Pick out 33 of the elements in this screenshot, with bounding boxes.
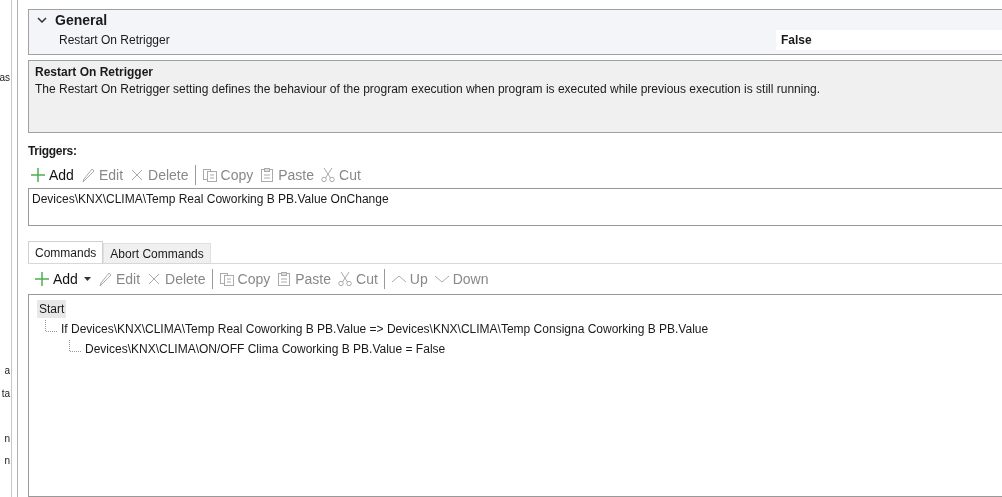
- chevron-down-icon[interactable]: [37, 17, 47, 23]
- scissors-icon: [337, 271, 353, 287]
- cut-off-label: n: [4, 455, 10, 467]
- plus-icon: [34, 271, 50, 287]
- tab[interactable]: Abort Commands: [103, 243, 211, 263]
- tab[interactable]: Commands: [28, 241, 104, 263]
- clipboard-icon: [276, 271, 293, 287]
- cut-off-label: ta: [1, 388, 10, 400]
- cut-off-label: n: [4, 433, 10, 445]
- scissors-icon: [320, 167, 336, 183]
- section-label: Triggers:: [28, 143, 78, 160]
- tree-connector-icon: [69, 340, 81, 352]
- tree-node[interactable]: If Devices\KNX\CLIMA\Temp Real Coworking B PB.Value => Devices\KNX\CLIMA\Temp Consigna Coworking B PB.Value: [59, 320, 711, 338]
- pencil-icon: [79, 167, 96, 183]
- copy-icon: [218, 271, 235, 287]
- plus-icon: [30, 167, 46, 183]
- clipboard-icon: [259, 167, 276, 183]
- toolbar-button[interactable]: Add: [32, 268, 93, 290]
- toolbar-button[interactable]: Add: [28, 164, 76, 186]
- caret-icon: [83, 277, 91, 281]
- pencil-icon: [96, 271, 113, 287]
- tree-node[interactable]: Start: [37, 300, 67, 318]
- copy-icon: [201, 167, 218, 183]
- category-header[interactable]: General: [55, 9, 108, 31]
- trigger-item[interactable]: Devices\KNX\CLIMA\Temp Real Coworking B PB.Value OnChange: [32, 191, 999, 208]
- description-text: The Restart On Retrigger setting defines the behaviour of the program execution when program is executed while previous execution is still running.: [35, 81, 822, 98]
- tree-node[interactable]: Devices\KNX\CLIMA\ON/OFF Clima Coworking B PB.Value = False: [83, 340, 448, 358]
- description-title: Restart On Retrigger: [35, 64, 155, 81]
- property-name[interactable]: Restart On Retrigger: [29, 31, 776, 49]
- tree-connector-icon: [45, 320, 57, 332]
- property-value[interactable]: False: [776, 30, 1002, 50]
- cut-off-label: a: [4, 365, 10, 377]
- cut-off-label: as: [0, 72, 10, 84]
